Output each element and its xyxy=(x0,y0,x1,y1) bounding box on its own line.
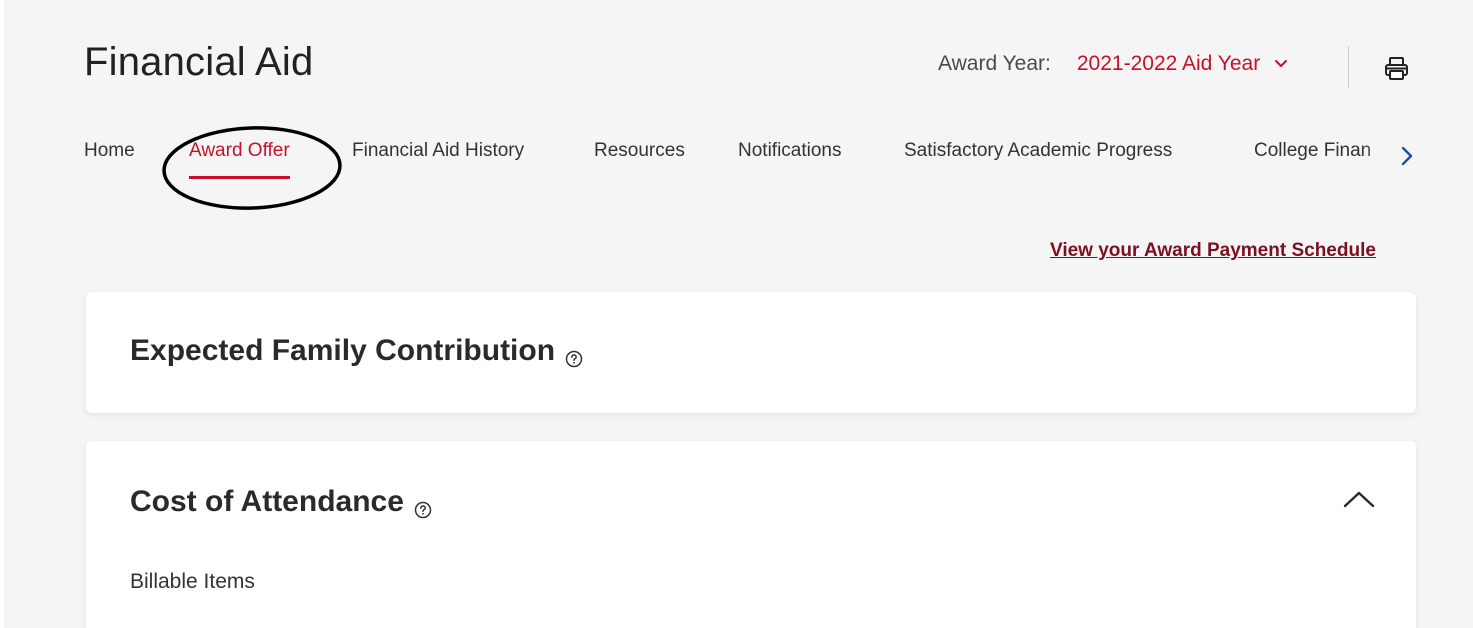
award-year-label: Award Year: xyxy=(938,52,1051,75)
cost-of-attendance-card: Cost of Attendance Billable Items xyxy=(86,441,1416,628)
tab-label: Financial Aid History xyxy=(352,140,525,161)
page-title: Financial Aid xyxy=(84,40,314,84)
billable-items-label: Billable Items xyxy=(130,570,255,593)
tab-label: Award Offer xyxy=(189,140,290,161)
tab-notifications[interactable]: Notifications xyxy=(738,140,842,180)
tab-label: Satisfactory Academic Progress xyxy=(904,140,1173,161)
tab-college-financing[interactable]: College Finan xyxy=(1254,140,1402,180)
active-tab-indicator xyxy=(189,176,290,179)
tab-award-offer[interactable]: Award Offer xyxy=(189,140,290,180)
tab-label: College Finan xyxy=(1254,140,1372,161)
financial-aid-tabs: Home Award Offer Financial Aid History R… xyxy=(4,140,1473,190)
award-payment-schedule-link[interactable]: View your Award Payment Schedule xyxy=(1050,240,1376,262)
help-circle-icon[interactable] xyxy=(565,342,583,368)
header-divider xyxy=(1348,46,1349,88)
financial-aid-page: Financial Aid Award Year: 2021-2022 Aid … xyxy=(0,0,1473,628)
tab-label: Resources xyxy=(594,140,685,161)
efc-title: Expected Family Contribution xyxy=(130,334,556,367)
tab-label: Home xyxy=(84,140,135,161)
tab-home[interactable]: Home xyxy=(84,140,135,180)
collapse-section-button[interactable] xyxy=(1342,489,1376,509)
award-year-selector: Award Year: 2021-2022 Aid Year xyxy=(938,52,1288,76)
printer-icon xyxy=(1385,57,1408,80)
coa-title: Cost of Attendance xyxy=(130,485,404,518)
tab-overflow-fade xyxy=(1362,140,1402,170)
tabs-scroll-right-button[interactable] xyxy=(1399,143,1415,169)
tab-financial-aid-history[interactable]: Financial Aid History xyxy=(352,140,524,180)
card-title: Cost of Attendance xyxy=(130,485,432,519)
chevron-up-icon xyxy=(1343,491,1375,508)
tab-label: Notifications xyxy=(738,140,842,161)
print-button[interactable] xyxy=(1382,54,1412,84)
tab-satisfactory-academic-progress[interactable]: Satisfactory Academic Progress xyxy=(904,140,1172,180)
chevron-down-icon xyxy=(1274,57,1288,71)
chevron-right-icon xyxy=(1401,146,1413,166)
card-title: Expected Family Contribution xyxy=(130,334,583,368)
award-year-value: 2021-2022 Aid Year xyxy=(1076,52,1261,75)
help-circle-icon[interactable] xyxy=(414,493,432,519)
award-year-dropdown[interactable]: 2021-2022 Aid Year xyxy=(1077,52,1288,76)
expected-family-contribution-card: Expected Family Contribution xyxy=(86,292,1416,413)
tab-resources[interactable]: Resources xyxy=(594,140,685,180)
